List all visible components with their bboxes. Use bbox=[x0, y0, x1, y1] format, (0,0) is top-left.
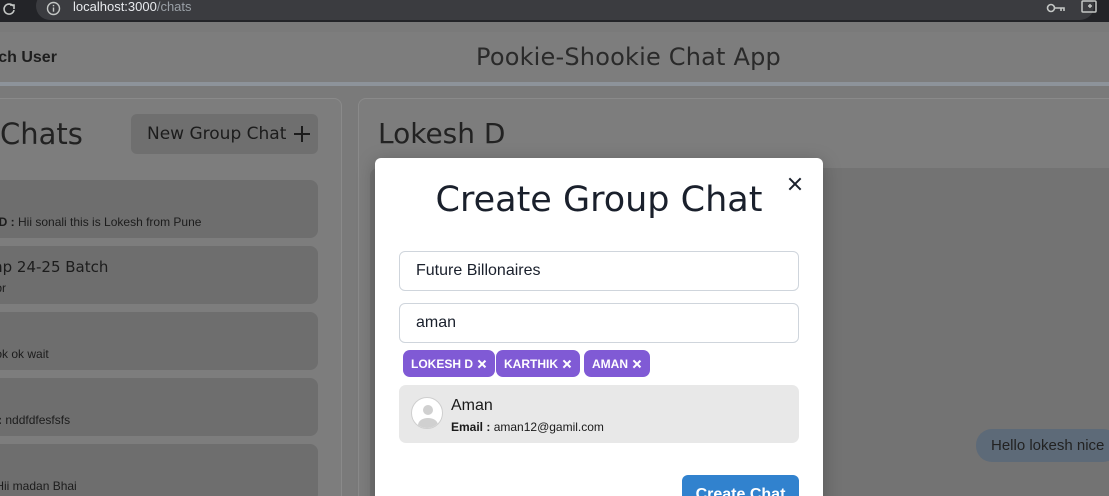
user-badge-label: LOKESH D bbox=[411, 356, 474, 371]
add-users-input[interactable] bbox=[399, 303, 799, 343]
chat-item-message: nddfdfesfsfs bbox=[5, 413, 71, 427]
email-label: Email : bbox=[451, 420, 491, 434]
chat-list-item[interactable]: li n D : Hii sonali this is Lokesh from … bbox=[0, 180, 318, 238]
site-info-icon[interactable] bbox=[46, 1, 61, 16]
reload-icon[interactable] bbox=[2, 2, 16, 16]
chat-item-message: Hii madan Bhai bbox=[0, 479, 77, 493]
chat-item-latest: : ok ok wait bbox=[0, 347, 49, 361]
close-icon[interactable] bbox=[784, 173, 806, 195]
key-icon[interactable] bbox=[1046, 1, 1066, 15]
browser-toolbar: localhost:3000/chats bbox=[0, 0, 1109, 22]
remove-user-icon[interactable] bbox=[632, 359, 642, 369]
email-value: aman12@gamil.com bbox=[493, 420, 604, 434]
chat-item-sender: n D : bbox=[0, 215, 15, 229]
chat-item-name: mp 24-25 Batch bbox=[0, 258, 109, 276]
message-bubble: Hello lokesh nice bbox=[976, 429, 1109, 462]
chat-item-latest: k : nddfdfesfsfs bbox=[0, 413, 70, 427]
user-badge-label: KARTHIK bbox=[504, 356, 558, 371]
result-user-name: Aman bbox=[451, 397, 493, 414]
create-group-chat-modal: Create Group Chat LOKESH D KARTHIK AMAN … bbox=[375, 158, 823, 496]
chat-item-message: br bbox=[0, 281, 7, 295]
app-title: Pookie-Shookie Chat App bbox=[476, 43, 781, 71]
url-host: localhost:3000 bbox=[73, 0, 157, 14]
remove-user-icon[interactable] bbox=[562, 359, 572, 369]
chat-item-latest: : br bbox=[0, 281, 6, 295]
new-group-chat-label: New Group Chat bbox=[147, 124, 287, 144]
search-user-button[interactable]: rch User bbox=[0, 49, 57, 67]
url-path: /chats bbox=[156, 0, 192, 14]
address-bar[interactable] bbox=[36, 0, 1094, 20]
user-search-result[interactable]: Aman Email : aman12@gamil.com bbox=[399, 385, 799, 443]
avatar bbox=[411, 397, 443, 429]
create-chat-button[interactable]: Create Chat bbox=[682, 475, 799, 496]
chat-item-sender: k : bbox=[0, 413, 2, 427]
chats-heading: Chats bbox=[0, 117, 83, 151]
app-header: rch User Pookie-Shookie Chat App bbox=[0, 32, 1109, 86]
chat-list-item[interactable]: n : ok ok wait bbox=[0, 312, 318, 370]
user-badge[interactable]: KARTHIK bbox=[496, 350, 580, 377]
user-badge-label: AMAN bbox=[592, 356, 628, 371]
new-group-chat-button[interactable]: New Group Chat bbox=[131, 114, 318, 154]
remove-user-icon[interactable] bbox=[477, 359, 487, 369]
chat-item-message: Hii sonali this is Lokesh from Pune bbox=[18, 215, 202, 229]
chat-item-latest: n D : Hii sonali this is Lokesh from Pun… bbox=[0, 215, 201, 229]
chat-item-latest: : Hii madan Bhai bbox=[0, 479, 77, 493]
plus-icon bbox=[294, 126, 311, 142]
chat-list-item[interactable]: li k : nddfdfesfsfs bbox=[0, 378, 318, 436]
user-badge[interactable]: AMAN bbox=[584, 350, 650, 377]
chat-list-item[interactable]: mp 24-25 Batch : br bbox=[0, 246, 318, 304]
chat-list-item[interactable]: li : Hii madan Bhai bbox=[0, 444, 318, 496]
result-user-email: Email : aman12@gamil.com bbox=[451, 420, 604, 434]
chat-user-name: Lokesh D bbox=[378, 117, 506, 150]
chat-name-input[interactable] bbox=[399, 251, 799, 291]
cast-icon[interactable] bbox=[1080, 0, 1098, 16]
user-badge[interactable]: LOKESH D bbox=[403, 350, 496, 377]
chat-item-message: ok ok wait bbox=[0, 347, 49, 361]
default-avatar-icon bbox=[418, 405, 438, 428]
url-text[interactable]: localhost:3000/chats bbox=[73, 0, 192, 14]
modal-title: Create Group Chat bbox=[435, 180, 763, 220]
